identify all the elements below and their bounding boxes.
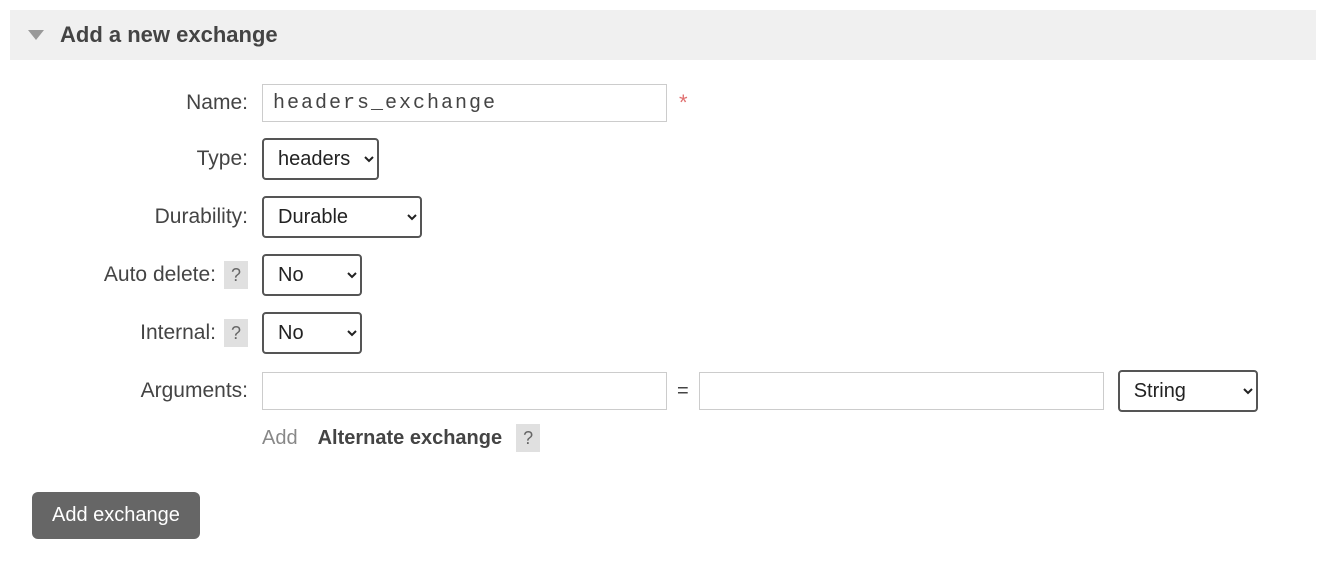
help-icon[interactable]: ? [516, 424, 540, 452]
label-type: Type: [22, 147, 262, 171]
help-icon[interactable]: ? [224, 319, 248, 347]
equals-sign: = [677, 380, 689, 403]
auto-delete-select[interactable]: NoYes [262, 254, 362, 296]
label-internal: Internal: ? [22, 319, 262, 347]
row-auto-delete: Auto delete: ? NoYes [22, 254, 1304, 296]
label-arguments: Arguments: [22, 379, 262, 403]
name-input[interactable] [262, 84, 667, 122]
row-internal: Internal: ? NoYes [22, 312, 1304, 354]
alternate-exchange-link[interactable]: Alternate exchange [318, 427, 503, 450]
section-header[interactable]: Add a new exchange [10, 10, 1316, 60]
row-durability: Durability: DurableTransient [22, 196, 1304, 238]
durability-select[interactable]: DurableTransient [262, 196, 422, 238]
label-type-text: Type: [197, 147, 248, 171]
argument-type-select[interactable]: StringNumberBooleanList [1118, 370, 1258, 412]
label-auto-delete-text: Auto delete: [104, 263, 216, 287]
argument-value-input[interactable] [699, 372, 1104, 410]
collapse-triangle-icon [28, 30, 44, 40]
internal-select[interactable]: NoYes [262, 312, 362, 354]
row-arguments-hint: Add Alternate exchange ? [22, 416, 1304, 452]
argument-key-input[interactable] [262, 372, 667, 410]
label-name: Name: [22, 91, 262, 115]
label-durability-text: Durability: [155, 205, 248, 229]
row-name: Name: * [22, 84, 1304, 122]
add-hint: Add [262, 427, 298, 450]
label-name-text: Name: [186, 91, 248, 115]
add-exchange-button[interactable]: Add exchange [32, 492, 200, 539]
required-marker-icon: * [679, 90, 688, 116]
type-select[interactable]: directfanoutheaderstopic [262, 138, 379, 180]
row-arguments: Arguments: = StringNumberBooleanList [22, 370, 1304, 412]
label-auto-delete: Auto delete: ? [22, 261, 262, 289]
add-exchange-form: Name: * Type: directfanoutheaderstopic D… [10, 60, 1316, 563]
section-title: Add a new exchange [60, 22, 278, 48]
row-type: Type: directfanoutheaderstopic [22, 138, 1304, 180]
label-durability: Durability: [22, 205, 262, 229]
help-icon[interactable]: ? [224, 261, 248, 289]
label-internal-text: Internal: [140, 321, 216, 345]
label-arguments-text: Arguments: [141, 379, 248, 403]
